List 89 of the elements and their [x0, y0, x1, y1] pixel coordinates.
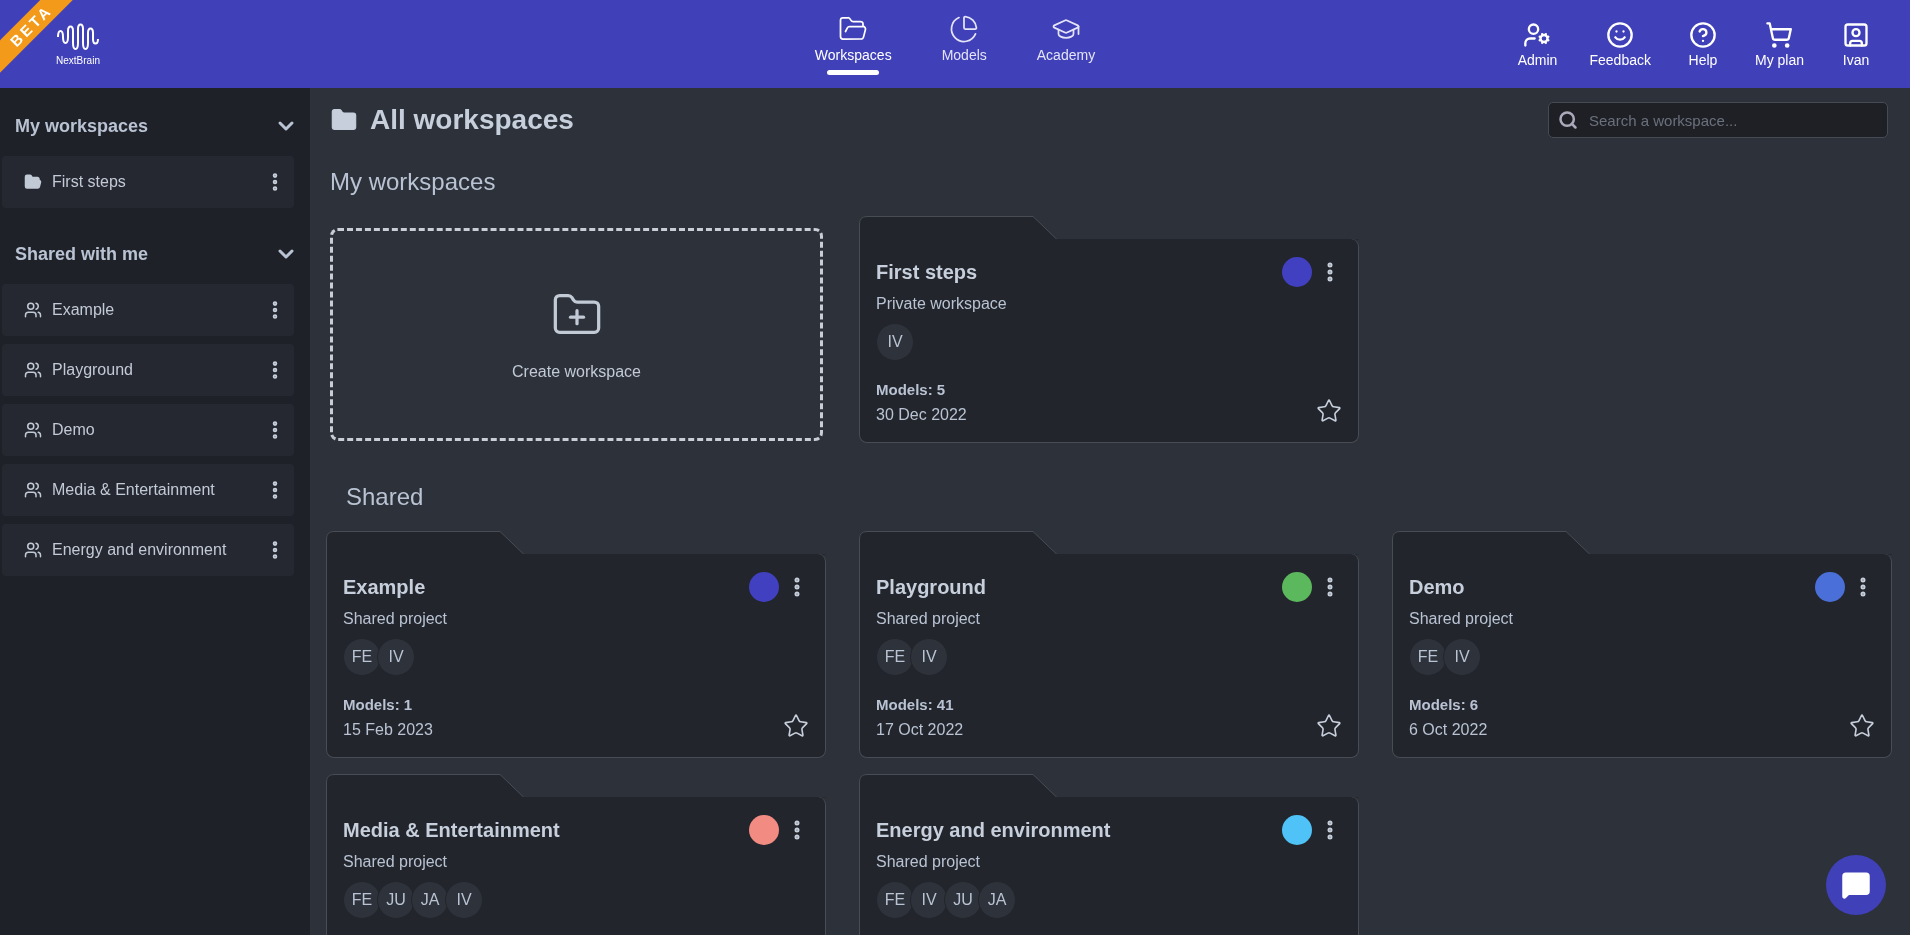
workspace-name: Media & Entertainment: [343, 818, 560, 842]
star-icon[interactable]: [1849, 713, 1875, 739]
member-avatar: IV: [876, 323, 914, 361]
member-avatar: IV: [377, 638, 415, 676]
member-avatar: IV: [445, 881, 483, 919]
brand-name: NextBrain: [56, 54, 100, 66]
workspace-name: Playground: [876, 575, 986, 599]
sidebar-item[interactable]: Energy and environment: [2, 524, 294, 576]
workspace-card[interactable]: Demo Shared project FE IV Models: 6 6 Oct 2022: [1392, 554, 1892, 758]
sidebar-item-label: First steps: [52, 173, 127, 191]
help-icon: [1688, 20, 1717, 49]
models-count: Models: 1: [343, 696, 414, 713]
section-title: Shared: [346, 483, 425, 511]
sidebar-item[interactable]: Media & Entertainment: [2, 464, 294, 516]
member-avatar: FE: [876, 881, 914, 919]
smiley-icon: [1606, 20, 1635, 49]
workspace-date: 6 Oct 2022: [1409, 721, 1488, 739]
user-profile-icon: [1842, 20, 1870, 49]
wave-logo-icon: [56, 22, 100, 53]
people-icon: [24, 421, 42, 439]
user-gear-icon: [1523, 20, 1552, 49]
people-icon: [24, 481, 42, 499]
workspace-date: 17 Oct 2022: [876, 721, 964, 739]
member-avatar: JA: [978, 881, 1016, 919]
search-icon: [1558, 110, 1578, 130]
member-avatar: FE: [343, 638, 381, 676]
page-title: All workspaces: [370, 104, 574, 136]
workspace-date: 15 Feb 2023: [343, 721, 433, 739]
nav-tab[interactable]: Workspaces: [806, 13, 900, 75]
sidebar-item[interactable]: Playground: [2, 344, 294, 396]
sidebar-item[interactable]: First steps: [2, 156, 294, 208]
workspace-name: First steps: [876, 260, 978, 284]
header-menu-button[interactable]: Help: [1676, 20, 1729, 68]
nav-tab[interactable]: Models: [933, 13, 995, 75]
models-count: Models: 5: [876, 381, 947, 398]
sidebar-item[interactable]: Demo: [2, 404, 294, 456]
member-avatar: JU: [377, 881, 415, 919]
models-count: Models: 6: [1409, 696, 1480, 713]
nav-tab[interactable]: Academy: [1028, 13, 1104, 75]
sidebar-section-header[interactable]: Shared with me: [0, 224, 310, 284]
chat-icon: [1841, 870, 1871, 900]
cart-icon: [1765, 20, 1794, 49]
sidebar-item-label: Energy and environment: [52, 541, 228, 559]
header-menu-button[interactable]: My plan: [1748, 20, 1810, 68]
create-workspace-button[interactable]: Create workspace: [330, 228, 823, 441]
workspace-date: 30 Dec 2022: [876, 406, 967, 424]
star-icon[interactable]: [1316, 713, 1342, 739]
workspace-name: Energy and environment: [876, 818, 1111, 842]
member-avatar: IV: [910, 881, 948, 919]
sidebar-item-label: Media & Entertainment: [52, 481, 216, 499]
star-icon[interactable]: [783, 713, 809, 739]
workspace-name: Example: [343, 575, 426, 599]
member-avatar: IV: [1443, 638, 1481, 676]
folder-icon: [24, 173, 42, 191]
member-avatar: JU: [944, 881, 982, 919]
header-menu-button[interactable]: Admin: [1511, 20, 1564, 68]
people-icon: [24, 301, 42, 319]
sidebar-item[interactable]: Example: [2, 284, 294, 336]
workspace-type: Private workspace: [876, 295, 1008, 313]
workspace-card[interactable]: Playground Shared project FE IV Models: 41 17 Oct 2022: [859, 554, 1359, 758]
workspace-type: Shared project: [876, 610, 982, 628]
sidebar-item-label: Playground: [52, 361, 134, 379]
workspace-card[interactable]: Media & Entertainment Shared project FE JU JA IV: [326, 797, 826, 935]
workspace-type: Shared project: [343, 853, 449, 871]
workspace-type: Shared project: [876, 853, 982, 871]
pie-chart-icon: [949, 13, 980, 44]
models-count: Models: 41: [876, 696, 955, 713]
member-avatar: IV: [910, 638, 948, 676]
star-icon[interactable]: [1316, 398, 1342, 424]
workspace-type: Shared project: [1409, 610, 1515, 628]
sidebar-item-label: Example: [52, 301, 116, 319]
workspace-type: Shared project: [343, 610, 449, 628]
workspace-name: Demo: [1409, 575, 1465, 599]
header-menu-button[interactable]: Feedback: [1583, 20, 1657, 68]
member-avatar: JA: [411, 881, 449, 919]
workspace-card[interactable]: First steps Private workspace IV Models: 5 30 Dec 2022: [859, 239, 1359, 443]
member-avatar: FE: [876, 638, 914, 676]
chat-button[interactable]: [1826, 855, 1886, 915]
member-avatar: FE: [1409, 638, 1447, 676]
people-icon: [24, 541, 42, 559]
sidebar-section-header[interactable]: My workspaces: [0, 96, 310, 156]
workspace-card[interactable]: Energy and environment Shared project FE IV JU JA: [859, 797, 1359, 935]
sidebar-item-label: Demo: [52, 421, 96, 439]
section-title: My workspaces: [330, 168, 497, 196]
member-avatar: FE: [343, 881, 381, 919]
header-menu-button[interactable]: Ivan: [1830, 20, 1882, 68]
people-icon: [24, 361, 42, 379]
search-field[interactable]: Search a workspace...: [1548, 102, 1888, 138]
workspace-card[interactable]: Example Shared project FE IV Models: 1 15 Feb 2023: [326, 554, 826, 758]
